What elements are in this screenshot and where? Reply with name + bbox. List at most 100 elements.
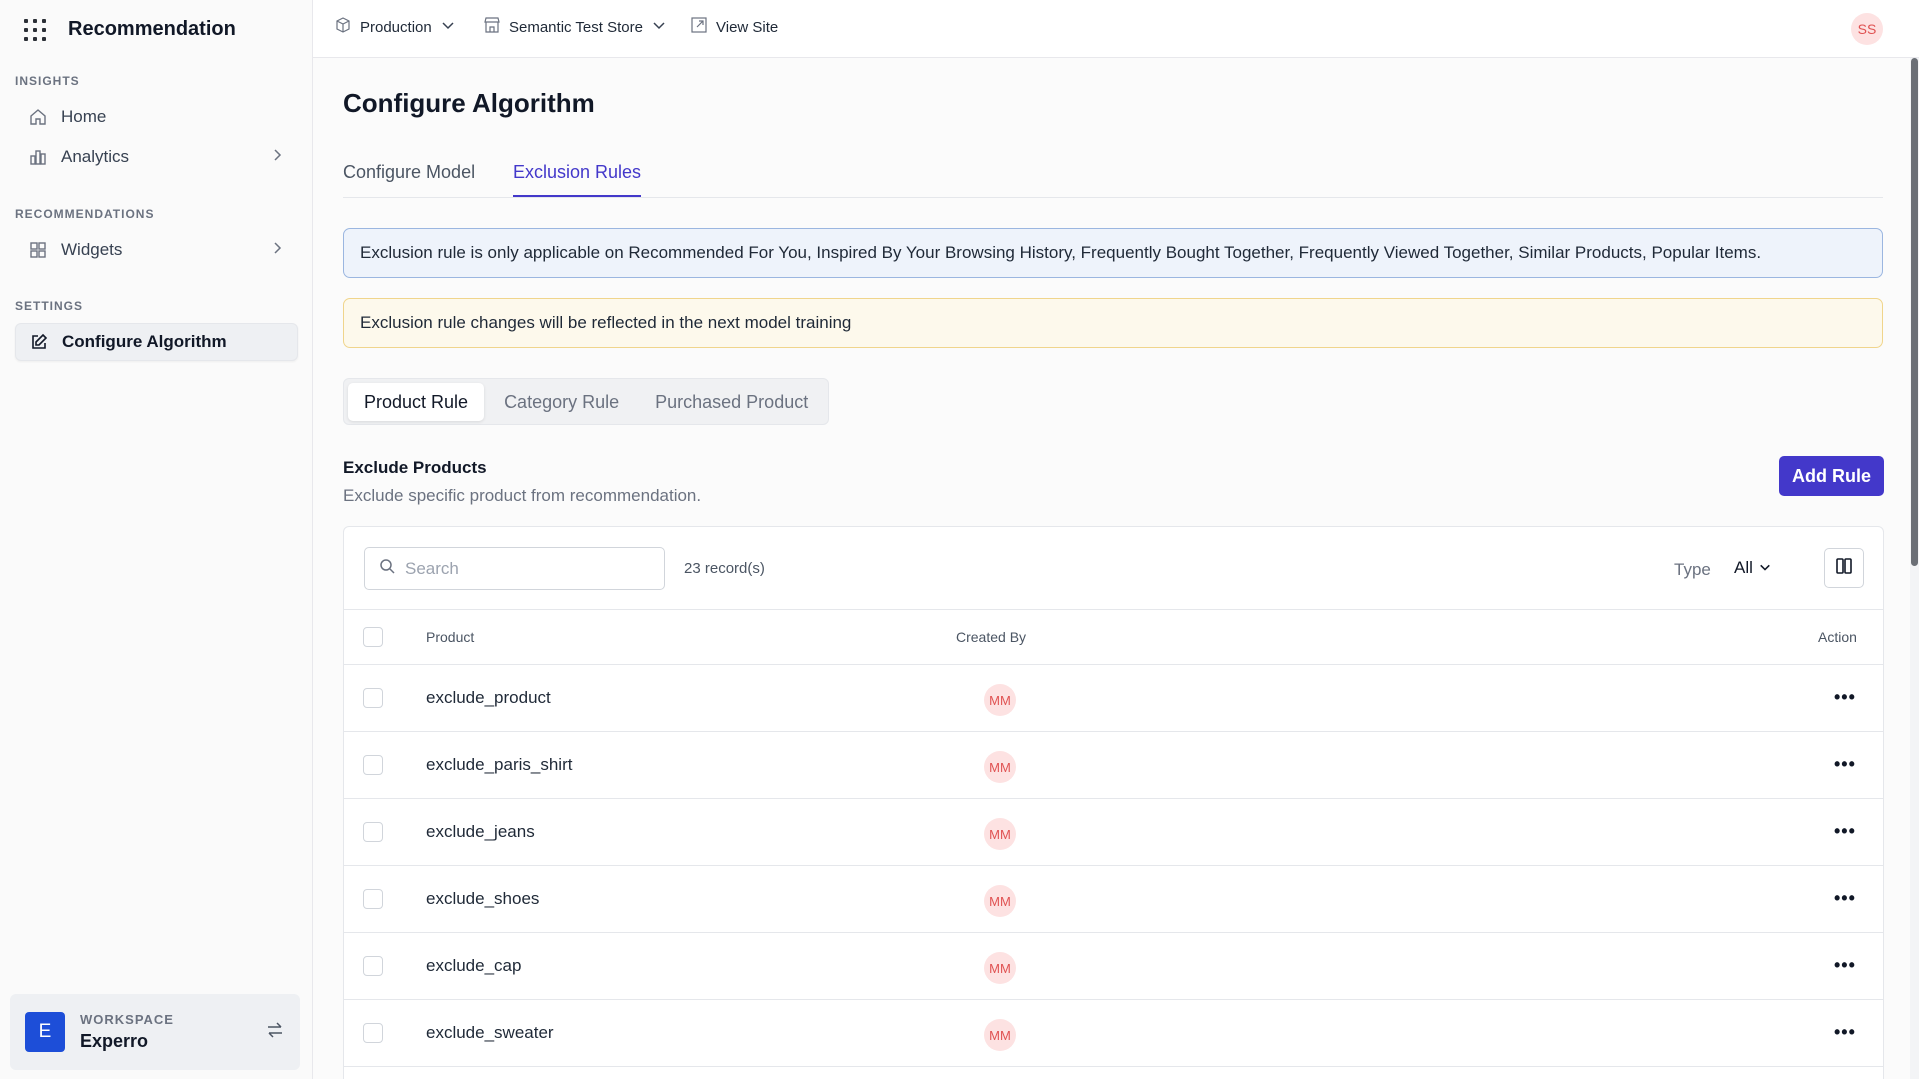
chevron-down-icon [1759, 558, 1771, 578]
creator-avatar: MM [984, 952, 1016, 984]
type-filter-value: All [1734, 558, 1753, 577]
widgets-icon [27, 239, 49, 261]
chevron-down-icon [652, 18, 666, 36]
creator-avatar: MM [984, 751, 1016, 783]
creator-avatar: MM [984, 684, 1016, 716]
search-input[interactable] [405, 558, 645, 579]
table-row[interactable]: exclude_paris_shirt MM ••• [344, 732, 1883, 799]
product-name: exclude_sweater [426, 1023, 554, 1042]
sidebar-item-label: Analytics [61, 147, 130, 166]
row-checkbox[interactable] [363, 1023, 383, 1043]
brand: Recommendation [24, 18, 236, 41]
column-product: Product [426, 629, 475, 645]
creator-avatar: MM [984, 1019, 1016, 1051]
sidebar-item-configure-algorithm[interactable]: Configure Algorithm [15, 323, 298, 361]
record-count: 23 record(s) [684, 560, 765, 577]
type-filter-select[interactable]: All [1734, 558, 1771, 578]
section-title: Exclude Products [343, 458, 487, 477]
more-actions-icon[interactable]: ••• [1834, 888, 1856, 909]
view-site-label: View Site [716, 18, 779, 36]
segment-category-rule[interactable]: Category Rule [488, 383, 635, 421]
more-actions-icon[interactable]: ••• [1834, 687, 1856, 708]
app-title: Recommendation [68, 18, 236, 40]
chevron-right-icon [270, 240, 284, 260]
environment-label: Production [360, 18, 432, 36]
product-name: exclude_cap [426, 956, 522, 975]
more-actions-icon[interactable]: ••• [1834, 1022, 1856, 1043]
row-checkbox[interactable] [363, 889, 383, 909]
sidebar-item-home[interactable]: Home [15, 98, 298, 136]
product-name: exclude_paris_shirt [426, 755, 573, 774]
segment-product-rule[interactable]: Product Rule [348, 383, 485, 421]
swap-icon[interactable] [265, 1020, 285, 1045]
workspace-text: WORKSPACE Experro [80, 1012, 174, 1052]
sidebar-item-analytics[interactable]: Analytics [15, 138, 298, 176]
section-label-recommendations: RECOMMENDATIONS [15, 207, 155, 221]
row-checkbox[interactable] [363, 822, 383, 842]
row-checkbox[interactable] [363, 688, 383, 708]
creator-avatar: MM [984, 885, 1016, 917]
warning-alert: Exclusion rule changes will be reflected… [343, 298, 1883, 348]
chevron-right-icon [270, 147, 284, 167]
environment-select[interactable]: Production [335, 17, 455, 37]
select-all-checkbox[interactable] [363, 627, 383, 647]
chevron-down-icon [441, 18, 455, 36]
sidebar-item-label: Home [61, 107, 107, 126]
topbar: Production Semantic Test Store View Site… [313, 0, 1919, 58]
external-link-icon [691, 17, 707, 37]
info-alert: Exclusion rule is only applicable on Rec… [343, 228, 1883, 278]
section-label-settings: SETTINGS [15, 299, 84, 313]
type-filter-label: Type [1674, 560, 1711, 579]
user-avatar[interactable]: SS [1851, 13, 1883, 45]
rules-table: 23 record(s) Type All Product Created By… [343, 526, 1884, 1079]
creator-avatar: MM [984, 818, 1016, 850]
sidebar-item-label: Configure Algorithm [62, 332, 227, 351]
section-label-insights: INSIGHTS [15, 74, 80, 88]
section-subtitle: Exclude specific product from recommenda… [343, 486, 702, 505]
row-checkbox[interactable] [363, 755, 383, 775]
more-actions-icon[interactable]: ••• [1834, 821, 1856, 842]
scrollbar-thumb[interactable] [1911, 58, 1918, 566]
more-actions-icon[interactable]: ••• [1834, 754, 1856, 775]
search-icon [379, 558, 395, 579]
product-name: exclude_jeans [426, 822, 535, 841]
sidebar-item-widgets[interactable]: Widgets [15, 231, 298, 269]
main-content: Configure Algorithm Configure Model Excl… [313, 58, 1910, 1079]
column-action: Action [1818, 629, 1857, 645]
product-name: exclude_shoes [426, 889, 540, 908]
add-rule-button[interactable]: Add Rule [1779, 456, 1884, 496]
app-launcher-icon[interactable] [24, 18, 46, 41]
segment-purchased-product[interactable]: Purchased Product [639, 383, 824, 421]
rule-type-segmented-control: Product Rule Category Rule Purchased Pro… [343, 378, 830, 425]
product-name: exclude_product [426, 688, 551, 707]
table-row[interactable]: exclude_shoes MM ••• [344, 866, 1883, 933]
view-site-link[interactable]: View Site [691, 17, 778, 37]
cube-icon [335, 17, 351, 37]
workspace-name: Experro [80, 1031, 149, 1051]
row-checkbox[interactable] [363, 956, 383, 976]
column-created-by: Created By [956, 629, 1027, 645]
table-row[interactable]: exclude_sweater MM ••• [344, 1000, 1883, 1067]
workspace-badge: E [25, 1012, 65, 1052]
workspace-switcher[interactable]: E WORKSPACE Experro [10, 994, 300, 1070]
sidebar-item-label: Widgets [61, 240, 123, 259]
table-row[interactable]: exclude_jeans MM ••• [344, 799, 1883, 866]
table-toolbar: 23 record(s) Type All [344, 527, 1883, 610]
columns-icon [1835, 557, 1853, 580]
table-row[interactable]: exclude_product MM ••• [344, 665, 1883, 732]
table-row[interactable]: exclude_cap MM ••• [344, 933, 1883, 1000]
columns-toggle-button[interactable] [1824, 548, 1864, 588]
tab-bar: Configure Model Exclusion Rules [343, 158, 1883, 198]
table-header: Product Created By Action [344, 610, 1883, 665]
store-label: Semantic Test Store [509, 18, 643, 36]
home-icon [27, 106, 49, 128]
store-select[interactable]: Semantic Test Store [484, 17, 666, 37]
edit-icon [28, 331, 50, 353]
workspace-label: WORKSPACE [80, 1012, 174, 1027]
tab-exclusion-rules[interactable]: Exclusion Rules [513, 162, 642, 197]
analytics-icon [27, 146, 49, 168]
page-scrollbar[interactable] [1910, 58, 1919, 1079]
sidebar: Recommendation INSIGHTS Home Analytics R… [0, 0, 313, 1079]
tab-configure-model[interactable]: Configure Model [343, 162, 475, 195]
more-actions-icon[interactable]: ••• [1834, 955, 1856, 976]
